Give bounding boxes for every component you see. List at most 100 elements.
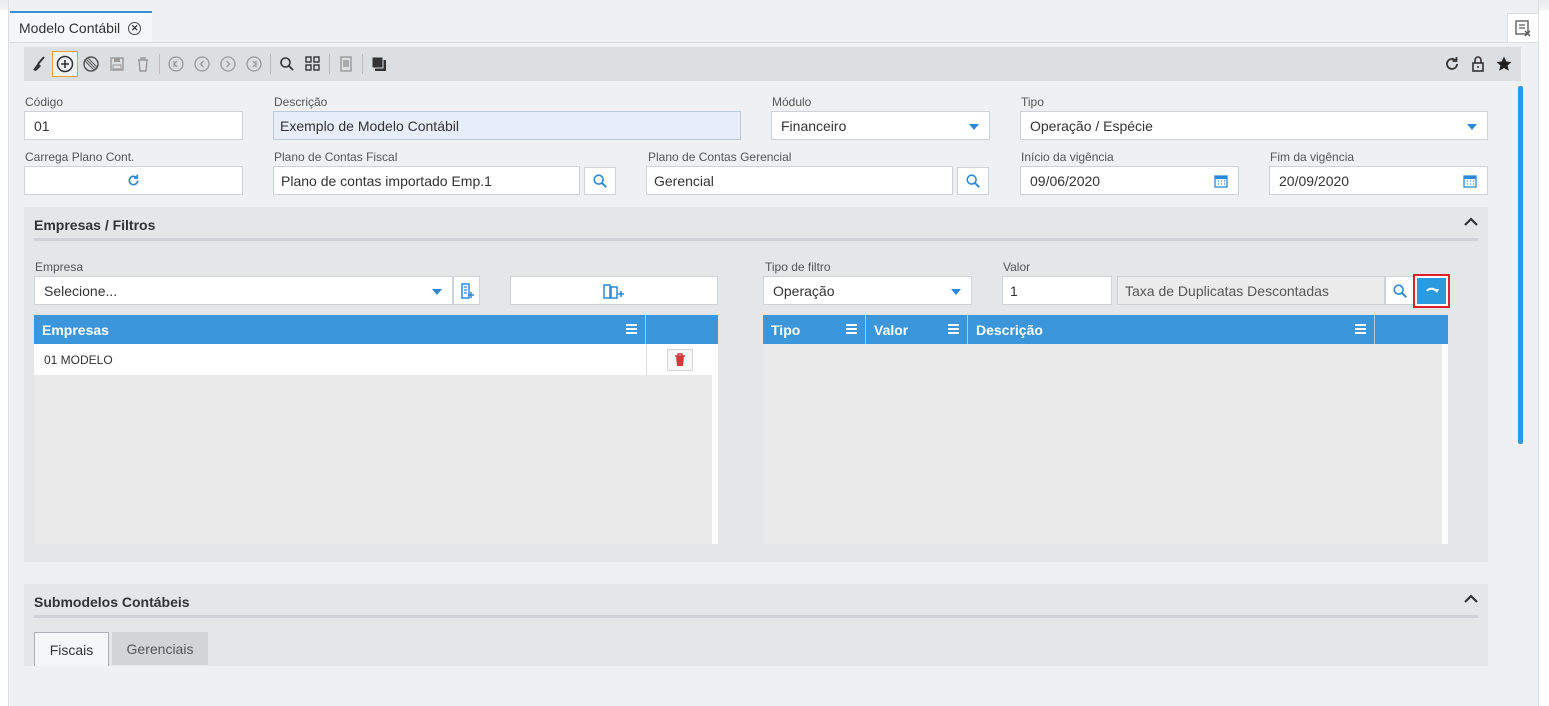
add-button[interactable]	[52, 51, 78, 77]
tipo-select[interactable]: Operação / Espécie	[1020, 111, 1488, 140]
valor-search-button[interactable]	[1385, 276, 1414, 305]
tab-modelo-contabil[interactable]: Modelo Contábil ✕	[10, 11, 152, 43]
lock-button[interactable]	[1465, 51, 1491, 77]
plano-fiscal-value: Plano de contas importado Emp.1	[281, 172, 492, 189]
trash-icon	[674, 353, 685, 366]
modulo-value: Financeiro	[781, 117, 847, 134]
save-icon	[110, 57, 124, 71]
plano-gerencial-label: Plano de Contas Gerencial	[648, 150, 792, 164]
valor-label: Valor	[1003, 260, 1031, 274]
print-icon	[340, 56, 352, 72]
actions-column-header	[646, 315, 718, 344]
codigo-value: 01	[34, 117, 50, 134]
first-record-button[interactable]	[163, 51, 189, 77]
add-filtro-button[interactable]	[1413, 274, 1450, 308]
plano-gerencial-value: Gerencial	[654, 172, 714, 189]
tab-gerenciais[interactable]: Gerenciais	[112, 632, 208, 665]
fim-vigencia-field[interactable]: 20/09/2020	[1269, 166, 1488, 195]
calendar-icon[interactable]	[1214, 174, 1228, 188]
grid-scroll-track[interactable]	[1442, 344, 1448, 544]
tipo-label: Tipo	[1021, 95, 1044, 109]
valor-column-header[interactable]: Valor	[866, 315, 968, 344]
previous-icon	[194, 56, 210, 72]
copy-icon	[371, 56, 386, 71]
table-row[interactable]: 01 MODELO	[34, 344, 646, 375]
delete-button[interactable]	[130, 51, 156, 77]
favorite-button[interactable]	[1491, 51, 1517, 77]
inicio-vigencia-field[interactable]: 09/06/2020	[1020, 166, 1239, 195]
tipo-column-header[interactable]: Tipo	[763, 315, 866, 344]
plano-fiscal-field[interactable]: Plano de contas importado Emp.1	[273, 166, 580, 195]
empresas-grid: Empresas 01 MODELO	[34, 315, 718, 544]
calendar-icon[interactable]	[1463, 174, 1477, 188]
grid-scroll-track[interactable]	[712, 344, 718, 544]
panel-divider	[34, 615, 1478, 618]
column-menu-icon[interactable]	[846, 324, 857, 334]
column-menu-icon[interactable]	[626, 324, 637, 334]
tab-divider	[10, 42, 1530, 43]
modulo-select[interactable]: Financeiro	[771, 111, 990, 140]
column-menu-icon[interactable]	[948, 324, 959, 334]
cancel-icon	[83, 56, 99, 72]
filtros-grid: Tipo Valor Descrição	[763, 315, 1448, 544]
window-options-button[interactable]	[1507, 13, 1539, 43]
main-toolbar	[24, 47, 1521, 81]
carrega-plano-label: Carrega Plano Cont.	[25, 150, 135, 164]
descricao-column-header[interactable]: Descrição	[968, 315, 1375, 344]
fim-vigencia-label: Fim da vigência	[1270, 150, 1355, 164]
plano-fiscal-label: Plano de Contas Fiscal	[274, 150, 398, 164]
page-scrollbar[interactable]	[1518, 86, 1523, 444]
chevron-up-icon[interactable]	[1464, 594, 1478, 604]
tab-fiscais[interactable]: Fiscais	[34, 632, 109, 666]
print-button[interactable]	[333, 51, 359, 77]
search-button[interactable]	[274, 51, 300, 77]
empresa-select[interactable]: Selecione...	[34, 276, 453, 305]
chevron-down-icon	[1467, 124, 1477, 130]
tab-gerenciais-label: Gerenciais	[126, 640, 194, 657]
list-close-icon	[1515, 20, 1531, 37]
grid-icon	[305, 56, 320, 71]
valor-value: 1	[1010, 282, 1018, 299]
tipo-filtro-select[interactable]: Operação	[763, 276, 972, 305]
plano-gerencial-field[interactable]: Gerencial	[646, 166, 953, 195]
descricao-field[interactable]: Exemplo de Modelo Contábil	[273, 111, 741, 140]
codigo-field[interactable]: 01	[24, 111, 243, 140]
carrega-plano-button[interactable]	[24, 166, 243, 195]
search-icon	[966, 174, 980, 188]
close-tab-icon[interactable]: ✕	[128, 21, 142, 35]
tab-title: Modelo Contábil	[19, 20, 121, 36]
clear-button[interactable]	[26, 51, 52, 77]
submodelos-panel: Submodelos Contábeis Fiscais Gerenciais	[24, 584, 1488, 666]
empresas-filtros-title: Empresas / Filtros	[34, 217, 156, 233]
next-record-button[interactable]	[215, 51, 241, 77]
grid-view-button[interactable]	[300, 51, 326, 77]
fim-vigencia-value: 20/09/2020	[1279, 172, 1350, 189]
save-button[interactable]	[104, 51, 130, 77]
column-menu-icon[interactable]	[1355, 324, 1366, 334]
add-icon	[56, 55, 74, 73]
add-all-empresas-button[interactable]	[510, 276, 718, 305]
last-icon	[246, 56, 262, 72]
tipo-column-title: Tipo	[771, 321, 801, 338]
refresh-button[interactable]	[1439, 51, 1465, 77]
plano-gerencial-search-button[interactable]	[957, 167, 989, 195]
buildings-add-icon	[603, 283, 624, 299]
empresa-placeholder: Selecione...	[44, 282, 118, 299]
empresas-column-header[interactable]: Empresas	[34, 315, 646, 344]
copy-button[interactable]	[366, 51, 392, 77]
filtros-grid-header: Tipo Valor Descrição	[763, 315, 1448, 344]
plano-fiscal-search-button[interactable]	[584, 167, 616, 195]
previous-record-button[interactable]	[189, 51, 215, 77]
empresas-filtros-panel: Empresas / Filtros Empresa Selecione... …	[24, 207, 1488, 562]
descricao-column-title: Descrição	[976, 321, 1043, 338]
last-record-button[interactable]	[241, 51, 267, 77]
add-empresa-button[interactable]	[453, 276, 480, 305]
inicio-vigencia-label: Início da vigência	[1021, 150, 1114, 164]
cancel-button[interactable]	[78, 51, 104, 77]
valor-field[interactable]: 1	[1002, 276, 1112, 305]
delete-row-button[interactable]	[666, 348, 693, 371]
first-icon	[168, 56, 184, 72]
lock-icon	[1472, 56, 1484, 72]
star-icon	[1496, 56, 1512, 71]
chevron-up-icon[interactable]	[1464, 217, 1478, 227]
